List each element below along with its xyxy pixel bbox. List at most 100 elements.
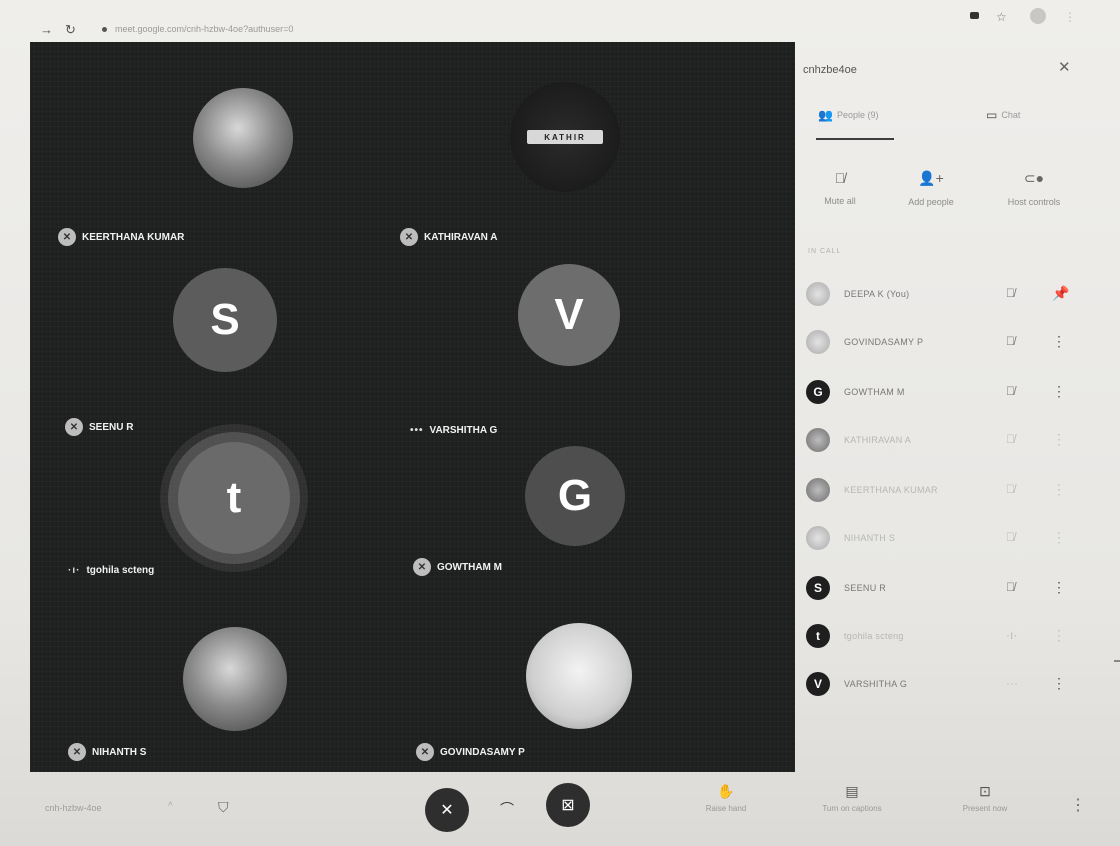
tile-label: ✕ NIHANTH S (68, 743, 146, 761)
tab-people[interactable]: 👥 People (9) (818, 108, 878, 122)
raise-hand-button[interactable]: ✋ Raise hand (696, 783, 756, 813)
host-controls-label: Host controls (1007, 197, 1061, 207)
avatar-letter: t (226, 473, 242, 522)
mic-off-icon: ✕ (416, 743, 434, 761)
more-options-icon[interactable]: ⋮ (1052, 383, 1066, 400)
mic-off-icon: ✕ (400, 228, 418, 246)
participant-row[interactable]: DEEPA K (You) 🎙̸ 📌 (806, 282, 1076, 308)
participant-name: GOVINDASAMY P (844, 337, 924, 347)
audio-level-icon: ·ı· (1006, 628, 1018, 642)
participant-row[interactable]: V VARSHITHA G ··· ⋮ (806, 672, 1076, 698)
video-tile[interactable]: G ✕ GOWTHAM M (413, 402, 783, 584)
browser-menu-icon[interactable]: ⋮ (1064, 10, 1076, 24)
present-button[interactable]: ⊡ Present now (950, 783, 1020, 813)
cast-icon[interactable] (970, 12, 979, 19)
panel-title: cnhzbe4oe (803, 64, 857, 76)
mic-toggle-button[interactable]: ✕ (425, 788, 469, 832)
participant-row[interactable]: G GOWTHAM M 🎙̸ ⋮ (806, 380, 1076, 406)
leave-call-button[interactable]: ⌒ (500, 799, 514, 819)
tile-name: KEERTHANA KUMAR (82, 231, 185, 243)
video-tile[interactable]: ✕ GOVINDASAMY P (416, 587, 786, 769)
tab-label: Chat (1001, 110, 1021, 120)
address-bar[interactable]: meet.google.com/cnh-hzbw-4oe?authuser=0 (102, 24, 293, 34)
mic-off-icon: 🎙̸ (1006, 286, 1015, 300)
tile-name: GOVINDASAMY P (440, 746, 525, 758)
participant-photo (526, 623, 632, 729)
tile-label: ✕ GOVINDASAMY P (416, 743, 525, 761)
participant-row[interactable]: KEERTHANA KUMAR 🎙̸ ⋮ (806, 478, 1076, 504)
meeting-code: cnh-hzbw-4oe (45, 803, 102, 813)
avatar (806, 330, 830, 354)
meet-screen: → ↻ meet.google.com/cnh-hzbw-4oe?authuse… (0, 0, 1120, 846)
camera-toggle-button[interactable]: ⊠ (546, 783, 590, 827)
avatar: S (806, 576, 830, 600)
tile-label: ✕ KATHIRAVAN A (400, 228, 498, 246)
captions-button[interactable]: ▤ Turn on captions (806, 783, 898, 813)
avatar-letter: G (813, 385, 823, 399)
people-icon: 👥 (818, 108, 833, 122)
more-options-icon[interactable]: ⋮ (1052, 529, 1066, 546)
video-tile[interactable]: ✕ NIHANTH S (68, 587, 438, 769)
participant-avatar: t (178, 442, 290, 554)
tile-label: ✕ KEERTHANA KUMAR (58, 228, 184, 246)
profile-avatar[interactable] (1030, 8, 1046, 24)
video-tile[interactable]: t ·ı· tgohila scteng (68, 402, 438, 584)
video-tile[interactable]: ✕ KEERTHANA KUMAR (58, 72, 428, 254)
reload-icon[interactable]: ↻ (65, 22, 76, 38)
add-people-label: Add people (908, 197, 954, 207)
avatar-letter: t (816, 629, 820, 643)
participant-row[interactable]: S SEENU R 🎙̸ ⋮ (806, 576, 1076, 602)
tile-label: ·ı· tgohila scteng (68, 565, 154, 576)
avatar (806, 526, 830, 550)
tile-name: NIHANTH S (92, 746, 147, 758)
meeting-controls-bar: cnh-hzbw-4oe ^ ⛉ ✕ ⌒ ⊠ ✋ Raise hand ▤ Tu… (0, 775, 1120, 846)
mic-off-icon: 🎙̸ (1006, 580, 1015, 594)
avatar: V (806, 672, 830, 696)
participant-row[interactable]: GOVINDASAMY P 🎙̸ ⋮ (806, 330, 1076, 356)
mic-off-icon: 🎙̸ (834, 170, 846, 186)
pin-icon[interactable]: 📌 (1052, 285, 1069, 302)
participant-row[interactable]: KATHIRAVAN A 🎙̸ ⋮ (806, 428, 1076, 454)
more-options-icon[interactable]: ⋮ (1052, 431, 1066, 448)
forward-arrow-icon[interactable]: → (40, 22, 53, 37)
participant-name: GOWTHAM M (844, 387, 905, 397)
host-controls-button[interactable]: ⊂● Host controls (994, 170, 1074, 207)
mic-off-icon: ✕ (440, 802, 454, 819)
participant-photo: KATHIR (510, 82, 620, 192)
hand-icon: ✋ (717, 783, 735, 799)
tab-label: People (9) (836, 110, 879, 120)
participant-photo (183, 627, 287, 731)
more-options-icon[interactable]: ⋮ (1052, 627, 1066, 644)
chevron-up-icon[interactable]: ^ (168, 801, 173, 812)
shield-icon[interactable]: ⛉ (218, 799, 229, 816)
avatar: G (806, 380, 830, 404)
close-icon[interactable]: ✕ (1058, 58, 1071, 76)
more-options-icon[interactable]: ⋮ (1052, 675, 1066, 692)
avatar: t (806, 624, 830, 648)
more-options-icon[interactable]: ⋮ (1052, 481, 1066, 498)
avatar-letter: S (813, 581, 822, 595)
mic-off-icon: 🎙̸ (1006, 334, 1015, 348)
video-grid: ✕ KEERTHANA KUMAR KATHIR ✕ KATHIRAVAN A … (30, 42, 795, 772)
more-options-icon[interactable]: ⋮ (1052, 333, 1066, 350)
avatar-letter: V (554, 290, 584, 339)
video-tile[interactable]: KATHIR ✕ KATHIRAVAN A (400, 72, 770, 254)
chat-icon: ▭ (986, 108, 998, 122)
more-options-icon[interactable]: ⋮ (1052, 579, 1066, 596)
captions-icon: ▤ (845, 783, 859, 799)
add-people-button[interactable]: 👤+ Add people (896, 170, 966, 207)
tab-chat[interactable]: ▭ Chat (986, 108, 1020, 122)
mute-all-button[interactable]: 🎙̸ Mute all (812, 170, 868, 206)
participant-row[interactable]: NIHANTH S 🎙̸ ⋮ (806, 526, 1076, 552)
participant-photo (193, 88, 293, 188)
avatar (806, 478, 830, 502)
participant-row[interactable]: t tgohila scteng ·ı· ⋮ (806, 624, 1076, 650)
participant-name: VARSHITHA G (844, 679, 908, 689)
participant-name: NIHANTH S (844, 533, 896, 543)
divider (1114, 660, 1120, 662)
star-icon[interactable]: ☆ (996, 10, 1007, 24)
tile-name: tgohila scteng (86, 565, 155, 576)
tile-label: ✕ GOWTHAM M (413, 558, 502, 576)
more-options-icon[interactable]: ⋮ (1070, 795, 1086, 815)
present-screen-icon: ⊡ (979, 783, 991, 799)
